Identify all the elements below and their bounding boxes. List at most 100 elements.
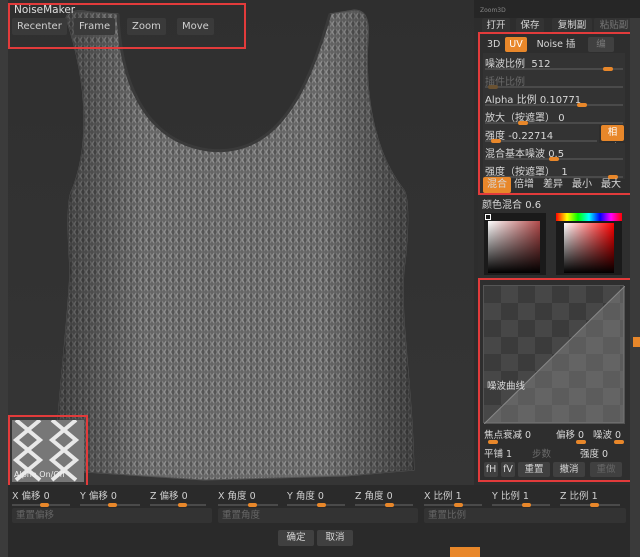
move-button[interactable]: Move bbox=[177, 18, 214, 35]
x-angle-value: 0 bbox=[249, 491, 256, 502]
noise-curve-editor[interactable]: 噪波曲线 bbox=[483, 285, 625, 424]
noisemaker-window: NoiseMaker Recenter Frame Zoom Move Zoom… bbox=[0, 0, 640, 557]
recenter-button[interactable]: Recenter bbox=[12, 18, 67, 35]
x-scale-slider[interactable]: X 比例 1 bbox=[424, 488, 488, 507]
left-color-picker[interactable] bbox=[484, 213, 546, 275]
x-offset-slider[interactable]: X 偏移 0 bbox=[12, 488, 76, 507]
noisemaker-title: NoiseMaker bbox=[14, 4, 76, 16]
slider-knob[interactable] bbox=[576, 440, 586, 444]
curve-diagonal bbox=[484, 286, 625, 424]
orange-accent bbox=[450, 547, 480, 557]
tab-edit[interactable]: 编辑 bbox=[588, 37, 614, 65]
y-scale-slider[interactable]: Y 比例 1 bbox=[492, 488, 556, 507]
reset-offset-button[interactable]: 重置偏移 bbox=[12, 508, 212, 523]
z-offset-label: Z 偏移 bbox=[150, 491, 179, 502]
alpha-scale-slider[interactable]: Alpha 比例 0.10771 bbox=[483, 89, 625, 107]
blend-mode-max[interactable]: 最大 bbox=[597, 177, 625, 193]
x-angle-label: X 角度 bbox=[218, 491, 247, 502]
cancel-button[interactable]: 取消 bbox=[317, 530, 353, 546]
noise-slider[interactable]: 噪波 0 bbox=[593, 427, 627, 441]
reset-curve-button[interactable]: 重置 bbox=[518, 462, 550, 477]
z-scale-slider[interactable]: Z 比例 1 bbox=[560, 488, 626, 507]
slider-knob[interactable] bbox=[614, 440, 624, 444]
color-blend-slider[interactable]: 颜色混合 0.6 bbox=[482, 196, 628, 211]
z-offset-slider[interactable]: Z 偏移 0 bbox=[150, 488, 212, 507]
zoom3d-label: Zoom3D bbox=[480, 7, 506, 14]
slider-knob[interactable] bbox=[590, 503, 599, 507]
relative-toggle[interactable]: 相对 bbox=[601, 125, 624, 154]
flip-v-button[interactable]: fV bbox=[501, 462, 515, 477]
slider-knob[interactable] bbox=[108, 503, 117, 507]
slider-track bbox=[485, 86, 623, 88]
x-scale-value: 1 bbox=[455, 491, 462, 502]
magnify-slider[interactable]: 放大（按遮罩） 0 bbox=[483, 107, 625, 125]
blend-mode-mix[interactable]: 混合 bbox=[483, 177, 511, 193]
frame-button[interactable]: Frame bbox=[74, 18, 116, 35]
blend-mode-multiply[interactable]: 倍增 bbox=[510, 177, 538, 193]
slider-knob[interactable] bbox=[385, 503, 394, 507]
y-offset-slider[interactable]: Y 偏移 0 bbox=[80, 488, 146, 507]
alpha-thumbnail[interactable]: Alpha On/Off bbox=[12, 420, 84, 482]
z-angle-value: 0 bbox=[386, 491, 393, 502]
z-angle-slider[interactable]: Z 角度 0 bbox=[355, 488, 419, 507]
y-angle-label: Y 角度 bbox=[287, 491, 315, 502]
color-gradient[interactable] bbox=[564, 223, 614, 273]
x-angle-slider[interactable]: X 角度 0 bbox=[218, 488, 284, 507]
left-background bbox=[0, 0, 8, 557]
intensity-value: 0 bbox=[602, 449, 609, 460]
blend-base-slider[interactable]: 混合基本噪波 0.5 bbox=[483, 143, 625, 161]
ok-button[interactable]: 确定 bbox=[278, 530, 314, 546]
color-marker bbox=[485, 214, 491, 220]
slider-knob[interactable] bbox=[522, 503, 531, 507]
y-offset-value: 0 bbox=[110, 491, 117, 502]
intensity-slider[interactable]: 强度 0 bbox=[580, 446, 626, 460]
blend-mode-min[interactable]: 最小 bbox=[568, 177, 596, 193]
blend-mode-difference[interactable]: 差异 bbox=[539, 177, 567, 193]
noise-curve-label: 噪波曲线 bbox=[487, 381, 526, 392]
y-angle-slider[interactable]: Y 角度 0 bbox=[287, 488, 351, 507]
redo-button: 重做 bbox=[590, 462, 622, 477]
zoom-button[interactable]: Zoom bbox=[127, 18, 166, 35]
paste-button[interactable]: 粘贴副 bbox=[594, 18, 634, 33]
color-gradient[interactable] bbox=[488, 221, 540, 273]
strength-scale-slider: 插件比例 bbox=[483, 71, 625, 89]
tab-uv[interactable]: UV bbox=[505, 37, 527, 52]
open-button[interactable]: 打开 bbox=[482, 18, 510, 33]
y-angle-value: 0 bbox=[317, 491, 324, 502]
right-color-picker[interactable] bbox=[556, 213, 622, 275]
curve-knob-row bbox=[484, 440, 626, 444]
offset-slider[interactable]: 偏移 0 bbox=[556, 427, 588, 441]
smooth-slider[interactable]: 平铺 1 bbox=[484, 446, 530, 460]
tab-noise-plugin[interactable]: Noise 插件 bbox=[530, 37, 582, 65]
slider-knob[interactable] bbox=[178, 503, 187, 507]
copy-button[interactable]: 复制副本 bbox=[552, 18, 592, 46]
tab-3d[interactable]: 3D bbox=[483, 37, 503, 52]
noise-scale-slider[interactable]: 噪波比例 512 bbox=[483, 53, 625, 71]
tank-top-preview[interactable] bbox=[8, 0, 474, 485]
reset-scale-button[interactable]: 重置比例 bbox=[424, 508, 626, 523]
slider-knob[interactable] bbox=[488, 440, 498, 444]
alpha-onoff-label: Alpha On/Off bbox=[14, 470, 66, 479]
hue-bar[interactable] bbox=[556, 213, 622, 221]
slider-knob[interactable] bbox=[248, 503, 257, 507]
reset-angle-button[interactable]: 重置角度 bbox=[218, 508, 418, 523]
slider-knob[interactable] bbox=[40, 503, 49, 507]
smooth-label: 平铺 bbox=[484, 449, 504, 460]
slider-knob[interactable] bbox=[454, 503, 463, 507]
strength-slider[interactable]: 强度 -0.22714 bbox=[483, 125, 599, 143]
right-edge-strip bbox=[630, 18, 640, 557]
slider-track bbox=[355, 504, 413, 506]
focal-falloff-slider[interactable]: 焦点衰减 0 bbox=[484, 427, 540, 441]
slider-knob[interactable] bbox=[317, 503, 326, 507]
intensity-label: 强度 bbox=[580, 449, 600, 460]
slider-track bbox=[485, 104, 623, 106]
undo-button[interactable]: 撤消 bbox=[553, 462, 585, 477]
flip-h-button[interactable]: fH bbox=[484, 462, 498, 477]
color-blend-label: 颜色混合 bbox=[482, 200, 522, 211]
y-scale-label: Y 比例 bbox=[492, 491, 520, 502]
steps-label: 步数 bbox=[532, 449, 552, 460]
slider-track bbox=[492, 504, 550, 506]
slider-track bbox=[287, 504, 345, 506]
orange-tab-marker bbox=[633, 337, 640, 347]
save-button[interactable]: 保存 bbox=[516, 18, 544, 33]
